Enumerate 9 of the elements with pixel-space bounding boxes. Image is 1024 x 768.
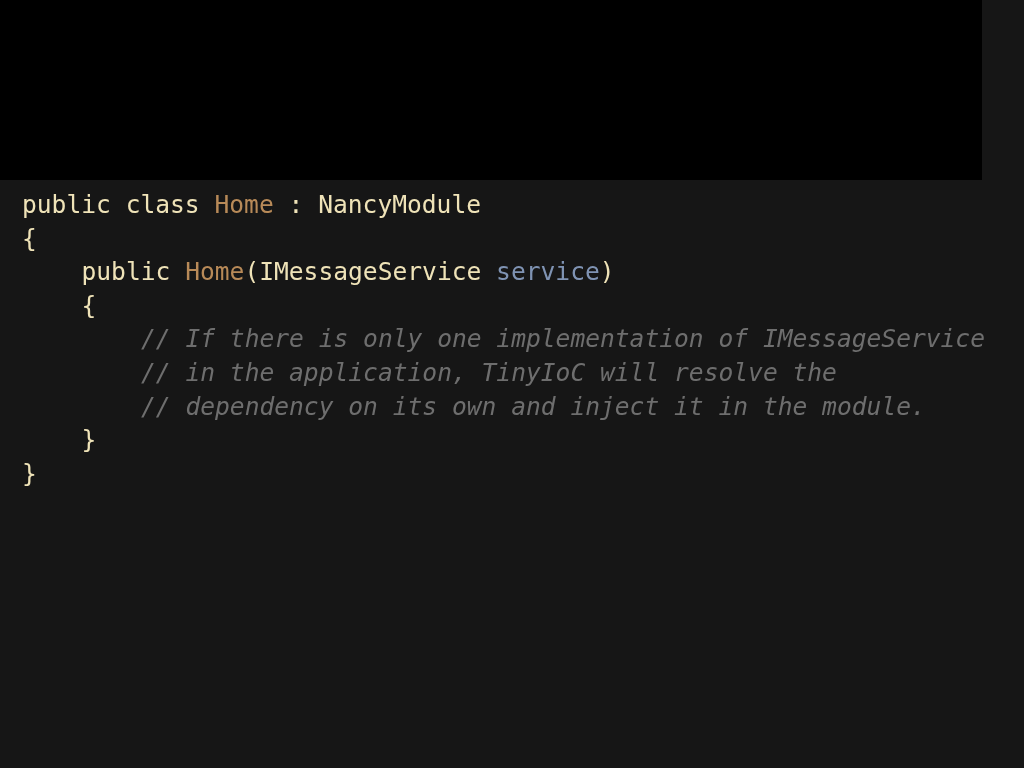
code-line: public Home(IMessageService service) bbox=[81, 256, 615, 289]
code-line: // If there is only one implementation of IMessageService bbox=[141, 323, 985, 356]
code-line: { bbox=[22, 222, 37, 255]
code-line: // dependency on its own and inject it in the module. bbox=[141, 390, 926, 423]
code-line: } bbox=[81, 424, 97, 457]
code-line: // in the application, TinyIoC will resolve the bbox=[141, 356, 837, 389]
code-line: } bbox=[22, 457, 37, 490]
code-line: { bbox=[81, 289, 97, 322]
code-line: public class Home : NancyModule bbox=[22, 189, 482, 221]
